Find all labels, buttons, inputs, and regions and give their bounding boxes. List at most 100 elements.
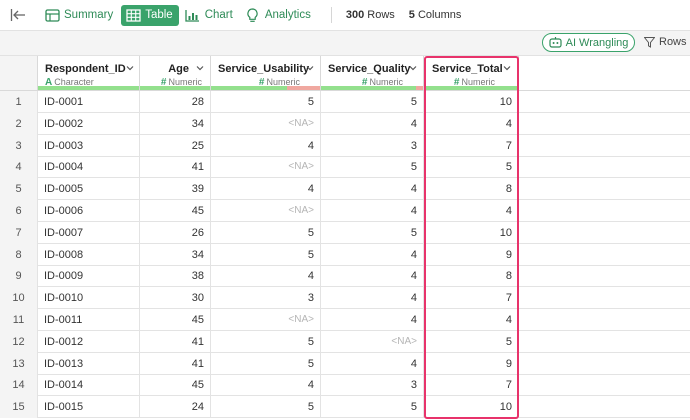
- cell-respondent-id[interactable]: ID-0008: [38, 243, 140, 266]
- cell-service-quality[interactable]: 5: [321, 91, 424, 113]
- cell-service-usability[interactable]: 5: [211, 221, 321, 244]
- row-index[interactable]: 7: [0, 221, 38, 244]
- tab-table[interactable]: Table: [121, 4, 179, 26]
- cell-service-total[interactable]: 5: [424, 156, 519, 179]
- cell-age[interactable]: 24: [140, 396, 211, 419]
- row-index[interactable]: 1: [0, 91, 38, 113]
- table-row[interactable]: 2 ID-0002 34 <NA> 4 4: [0, 112, 690, 135]
- row-index[interactable]: 12: [0, 330, 38, 353]
- cell-service-quality[interactable]: 4: [321, 309, 424, 331]
- cell-service-usability[interactable]: <NA>: [211, 309, 321, 331]
- cell-service-usability[interactable]: <NA>: [211, 200, 321, 222]
- cell-age[interactable]: 41: [140, 352, 211, 375]
- column-header-respondent-id[interactable]: Respondent_ID A Character: [38, 56, 140, 91]
- cell-age[interactable]: 45: [140, 374, 211, 397]
- cell-service-usability[interactable]: 5: [211, 91, 321, 113]
- cell-service-total[interactable]: 7: [424, 134, 519, 157]
- cell-age[interactable]: 34: [140, 243, 211, 266]
- row-index[interactable]: 4: [0, 156, 38, 179]
- chevron-down-icon[interactable]: [503, 65, 511, 71]
- table-row[interactable]: 3 ID-0003 25 4 3 7: [0, 134, 690, 157]
- table-row[interactable]: 10 ID-0010 30 3 4 7: [0, 287, 690, 310]
- cell-service-quality[interactable]: 4: [321, 352, 424, 375]
- cell-service-total[interactable]: 4: [424, 112, 519, 135]
- cell-service-total[interactable]: 9: [424, 352, 519, 375]
- row-index[interactable]: 14: [0, 374, 38, 397]
- table-row[interactable]: 9 ID-0009 38 4 4 8: [0, 265, 690, 288]
- cell-service-quality[interactable]: 4: [321, 178, 424, 201]
- cell-age[interactable]: 30: [140, 287, 211, 310]
- cell-service-total[interactable]: 10: [424, 91, 519, 113]
- table-row[interactable]: 15 ID-0015 24 5 5 10: [0, 396, 690, 419]
- cell-respondent-id[interactable]: ID-0002: [38, 112, 140, 135]
- cell-service-usability[interactable]: 3: [211, 287, 321, 310]
- cell-service-quality[interactable]: <NA>: [321, 330, 424, 353]
- cell-service-usability[interactable]: <NA>: [211, 156, 321, 179]
- table-row[interactable]: 5 ID-0005 39 4 4 8: [0, 178, 690, 201]
- cell-age[interactable]: 25: [140, 134, 211, 157]
- chevron-down-icon[interactable]: [126, 65, 134, 71]
- cell-service-usability[interactable]: 5: [211, 330, 321, 353]
- column-header-service-total[interactable]: Service_Total # Numeric: [424, 56, 519, 91]
- chevron-down-icon[interactable]: [196, 65, 204, 71]
- row-index[interactable]: 13: [0, 352, 38, 375]
- cell-respondent-id[interactable]: ID-0011: [38, 309, 140, 331]
- table-row[interactable]: 6 ID-0006 45 <NA> 4 4: [0, 200, 690, 222]
- cell-respondent-id[interactable]: ID-0004: [38, 156, 140, 179]
- chevron-down-icon[interactable]: [306, 65, 314, 71]
- cell-respondent-id[interactable]: ID-0012: [38, 330, 140, 353]
- cell-age[interactable]: 39: [140, 178, 211, 201]
- tab-summary[interactable]: Summary: [40, 5, 119, 26]
- row-index[interactable]: 15: [0, 396, 38, 419]
- cell-respondent-id[interactable]: ID-0009: [38, 265, 140, 288]
- tab-analytics[interactable]: Analytics: [241, 5, 317, 26]
- collapse-panel-icon[interactable]: [10, 8, 26, 22]
- cell-service-total[interactable]: 7: [424, 287, 519, 310]
- cell-service-usability[interactable]: 4: [211, 265, 321, 288]
- row-index[interactable]: 3: [0, 134, 38, 157]
- row-index[interactable]: 8: [0, 243, 38, 266]
- cell-service-total[interactable]: 4: [424, 200, 519, 222]
- cell-age[interactable]: 26: [140, 221, 211, 244]
- cell-age[interactable]: 45: [140, 309, 211, 331]
- cell-service-quality[interactable]: 5: [321, 396, 424, 419]
- cell-respondent-id[interactable]: ID-0005: [38, 178, 140, 201]
- cell-service-total[interactable]: 8: [424, 265, 519, 288]
- column-header-service-quality[interactable]: Service_Quality # Numeric: [321, 56, 424, 91]
- cell-age[interactable]: 38: [140, 265, 211, 288]
- cell-respondent-id[interactable]: ID-0003: [38, 134, 140, 157]
- cell-service-usability[interactable]: 5: [211, 396, 321, 419]
- cell-service-usability[interactable]: 4: [211, 134, 321, 157]
- cell-age[interactable]: 41: [140, 330, 211, 353]
- row-index[interactable]: 9: [0, 265, 38, 288]
- cell-service-quality[interactable]: 3: [321, 134, 424, 157]
- row-index[interactable]: 6: [0, 200, 38, 222]
- table-row[interactable]: 11 ID-0011 45 <NA> 4 4: [0, 309, 690, 331]
- cell-age[interactable]: 28: [140, 91, 211, 113]
- tab-chart[interactable]: Chart: [181, 5, 239, 26]
- cell-service-quality[interactable]: 3: [321, 374, 424, 397]
- cell-service-usability[interactable]: 5: [211, 352, 321, 375]
- table-row[interactable]: 4 ID-0004 41 <NA> 5 5: [0, 156, 690, 179]
- cell-service-quality[interactable]: 4: [321, 112, 424, 135]
- cell-service-usability[interactable]: <NA>: [211, 112, 321, 135]
- cell-service-quality[interactable]: 5: [321, 221, 424, 244]
- cell-service-total[interactable]: 8: [424, 178, 519, 201]
- cell-service-total[interactable]: 9: [424, 243, 519, 266]
- cell-service-total[interactable]: 7: [424, 374, 519, 397]
- cell-service-total[interactable]: 4: [424, 309, 519, 331]
- filter-rows-button[interactable]: Rows: [644, 36, 687, 48]
- ai-wrangling-button[interactable]: AI Wrangling: [542, 33, 635, 52]
- cell-respondent-id[interactable]: ID-0014: [38, 374, 140, 397]
- row-index[interactable]: 5: [0, 178, 38, 201]
- cell-age[interactable]: 41: [140, 156, 211, 179]
- cell-service-usability[interactable]: 5: [211, 243, 321, 266]
- cell-respondent-id[interactable]: ID-0007: [38, 221, 140, 244]
- table-row[interactable]: 7 ID-0007 26 5 5 10: [0, 221, 690, 244]
- chevron-down-icon[interactable]: [409, 65, 417, 71]
- cell-service-usability[interactable]: 4: [211, 178, 321, 201]
- cell-service-total[interactable]: 5: [424, 330, 519, 353]
- cell-age[interactable]: 34: [140, 112, 211, 135]
- cell-respondent-id[interactable]: ID-0006: [38, 200, 140, 222]
- table-row[interactable]: 14 ID-0014 45 4 3 7: [0, 374, 690, 397]
